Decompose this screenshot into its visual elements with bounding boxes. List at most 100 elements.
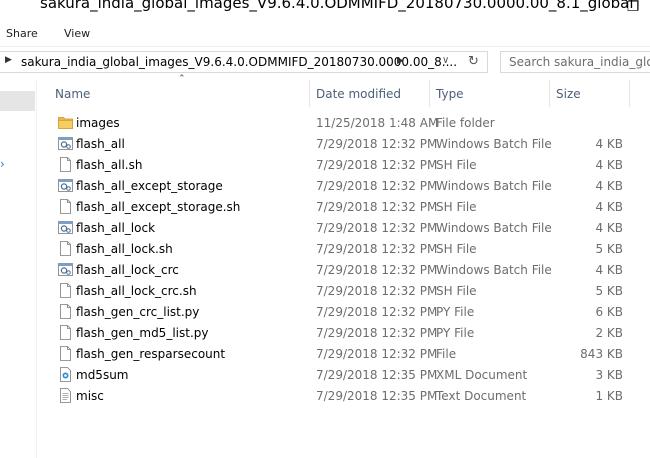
file-date-modified: 7/29/2018 12:35 PM bbox=[316, 389, 438, 403]
file-row[interactable]: flash_all_lock_crc 7/29/2018 12:32 PM Wind… bbox=[37, 259, 650, 280]
file-type: SH File bbox=[436, 242, 477, 256]
file-name: flash_gen_resparsecount bbox=[76, 347, 226, 361]
refresh-icon[interactable]: ↻ bbox=[468, 54, 479, 69]
batch-file-icon bbox=[58, 136, 73, 151]
file-name: flash_all_lock_crc bbox=[76, 263, 179, 277]
file-type: SH File bbox=[436, 158, 477, 172]
file-size: 3 KB bbox=[595, 368, 623, 382]
batch-file-icon bbox=[58, 220, 73, 235]
file-row[interactable]: flash_all 7/29/2018 12:32 PM Windows Batch… bbox=[37, 133, 650, 154]
file-date-modified: 7/29/2018 12:32 PM bbox=[316, 326, 438, 340]
file-icon bbox=[58, 199, 72, 214]
nav-selected-item[interactable] bbox=[0, 91, 35, 111]
file-type: Windows Batch File bbox=[436, 179, 552, 193]
file-name: images bbox=[76, 116, 120, 130]
text-document-icon bbox=[58, 388, 72, 403]
file-row[interactable]: flash_all.sh 7/29/2018 12:32 PM SH File 4 K… bbox=[37, 154, 650, 175]
file-date-modified: 7/29/2018 12:32 PM bbox=[316, 305, 438, 319]
column-header-name[interactable]: Name bbox=[49, 80, 310, 107]
file-size: 843 KB bbox=[580, 347, 623, 361]
file-name: flash_gen_crc_list.py bbox=[76, 305, 200, 319]
breadcrumb-chevron-icon[interactable]: ▶ bbox=[5, 55, 12, 65]
file-type: Text Document bbox=[436, 389, 527, 403]
file-icon bbox=[58, 304, 72, 319]
file-size bbox=[552, 112, 623, 133]
file-name: flash_all_except_storage.sh bbox=[76, 200, 241, 214]
file-row[interactable]: flash_gen_md5_list.py 7/29/2018 12:32 PM P… bbox=[37, 322, 650, 343]
file-row[interactable]: flash_all_lock.sh 7/29/2018 12:32 PM SH Fi… bbox=[37, 238, 650, 259]
file-size: 4 KB bbox=[595, 200, 623, 214]
file-icon bbox=[58, 325, 72, 340]
file-size: 4 KB bbox=[595, 158, 623, 172]
file-row[interactable]: flash_gen_resparsecount 7/29/2018 12:32 P… bbox=[37, 343, 650, 364]
file-date-modified: 7/29/2018 12:32 PM bbox=[316, 284, 438, 298]
file-name: flash_all_lock bbox=[76, 221, 156, 235]
batch-file-icon bbox=[58, 178, 73, 193]
file-row[interactable]: flash_all_except_storage.sh 7/29/2018 12:… bbox=[37, 196, 650, 217]
file-date-modified: 7/29/2018 12:32 PM bbox=[316, 263, 438, 277]
path-chevron-icon[interactable]: ▶ bbox=[397, 56, 404, 66]
file-type: Windows Batch File bbox=[436, 137, 552, 151]
file-type: File bbox=[436, 347, 457, 361]
xml-document-icon bbox=[58, 367, 72, 382]
column-header-date-modified[interactable]: Date modified bbox=[310, 80, 430, 107]
file-size: 4 KB bbox=[595, 221, 623, 235]
file-name: flash_all_lock.sh bbox=[76, 242, 173, 256]
file-date-modified: 7/29/2018 12:32 PM bbox=[316, 137, 438, 151]
file-row[interactable]: md5sum 7/29/2018 12:35 PM XML Document 3 KB bbox=[37, 364, 650, 385]
file-size: 2 KB bbox=[595, 326, 623, 340]
file-name: misc bbox=[76, 389, 104, 403]
file-name: flash_all_except_storage bbox=[76, 179, 223, 193]
file-size: 4 KB bbox=[595, 137, 623, 151]
file-icon bbox=[58, 346, 72, 361]
file-date-modified: 7/29/2018 12:32 PM bbox=[316, 179, 438, 193]
search-placeholder: Search sakura_india_global bbox=[509, 55, 650, 69]
file-date-modified: 7/29/2018 12:32 PM bbox=[316, 242, 438, 256]
address-bar[interactable]: ▶ sakura_india_global_images_V9.6.4.0.OD… bbox=[0, 51, 488, 73]
file-type: PY File bbox=[436, 326, 475, 340]
file-row[interactable]: misc 7/29/2018 12:35 PM Text Document 1 KB bbox=[37, 385, 650, 406]
file-size: 1 KB bbox=[595, 389, 623, 403]
file-date-modified: 7/29/2018 12:32 PM bbox=[316, 158, 438, 172]
file-size: 6 KB bbox=[595, 305, 623, 319]
column-header-size[interactable]: Size bbox=[550, 80, 630, 107]
file-row[interactable]: flash_gen_crc_list.py 7/29/2018 12:32 PM P… bbox=[37, 301, 650, 322]
file-row[interactable]: flash_all_lock_crc.sh 7/29/2018 12:32 PM S… bbox=[37, 280, 650, 301]
file-icon bbox=[58, 283, 72, 298]
address-row: ▶ sakura_india_global_images_V9.6.4.0.OD… bbox=[0, 47, 650, 79]
file-date-modified: 7/29/2018 12:35 PM bbox=[316, 368, 438, 382]
address-dropdown-icon[interactable]: ∨ bbox=[442, 55, 449, 66]
file-type: Windows Batch File bbox=[436, 263, 552, 277]
column-header: ⌃ Name Date modified Type Size bbox=[37, 74, 650, 107]
folder-icon bbox=[58, 115, 73, 130]
file-icon bbox=[58, 241, 72, 256]
file-date-modified: 7/29/2018 12:32 PM bbox=[316, 221, 438, 235]
tab-view[interactable]: View bbox=[64, 27, 90, 40]
navigation-pane[interactable]: › bbox=[0, 80, 37, 458]
file-type: PY File bbox=[436, 305, 475, 319]
nav-expand-icon[interactable]: › bbox=[0, 157, 5, 171]
file-row[interactable]: images 11/25/2018 1:48 AM File folder bbox=[37, 112, 650, 133]
file-type: File folder bbox=[436, 116, 495, 130]
tab-share[interactable]: Share bbox=[6, 27, 38, 40]
column-header-type[interactable]: Type bbox=[430, 80, 550, 107]
file-row[interactable]: flash_all_except_storage 7/29/2018 12:32 … bbox=[37, 175, 650, 196]
file-type: SH File bbox=[436, 200, 477, 214]
file-type: XML Document bbox=[436, 368, 528, 382]
file-size: 4 KB bbox=[595, 179, 623, 193]
file-type: Windows Batch File bbox=[436, 221, 552, 235]
ribbon: Share View bbox=[0, 22, 650, 47]
address-path[interactable]: sakura_india_global_images_V9.6.4.0.ODMM… bbox=[21, 55, 457, 69]
file-size: 4 KB bbox=[595, 263, 623, 277]
title-bar: sakura_india_global_images_V9.6.4.0.ODMM… bbox=[0, 0, 650, 22]
restore-button[interactable]: ❐ bbox=[618, 0, 648, 18]
file-size: 5 KB bbox=[595, 242, 623, 256]
file-name: flash_all bbox=[76, 137, 125, 151]
search-input[interactable]: Search sakura_india_global bbox=[500, 51, 650, 73]
file-name: flash_all.sh bbox=[76, 158, 143, 172]
file-row[interactable]: flash_all_lock 7/29/2018 12:32 PM Windows … bbox=[37, 217, 650, 238]
file-name: flash_gen_md5_list.py bbox=[76, 326, 209, 340]
file-date-modified: 11/25/2018 1:48 AM bbox=[316, 116, 439, 130]
window-title: sakura_india_global_images_V9.6.4.0.ODMM… bbox=[40, 0, 634, 12]
file-type: SH File bbox=[436, 284, 477, 298]
